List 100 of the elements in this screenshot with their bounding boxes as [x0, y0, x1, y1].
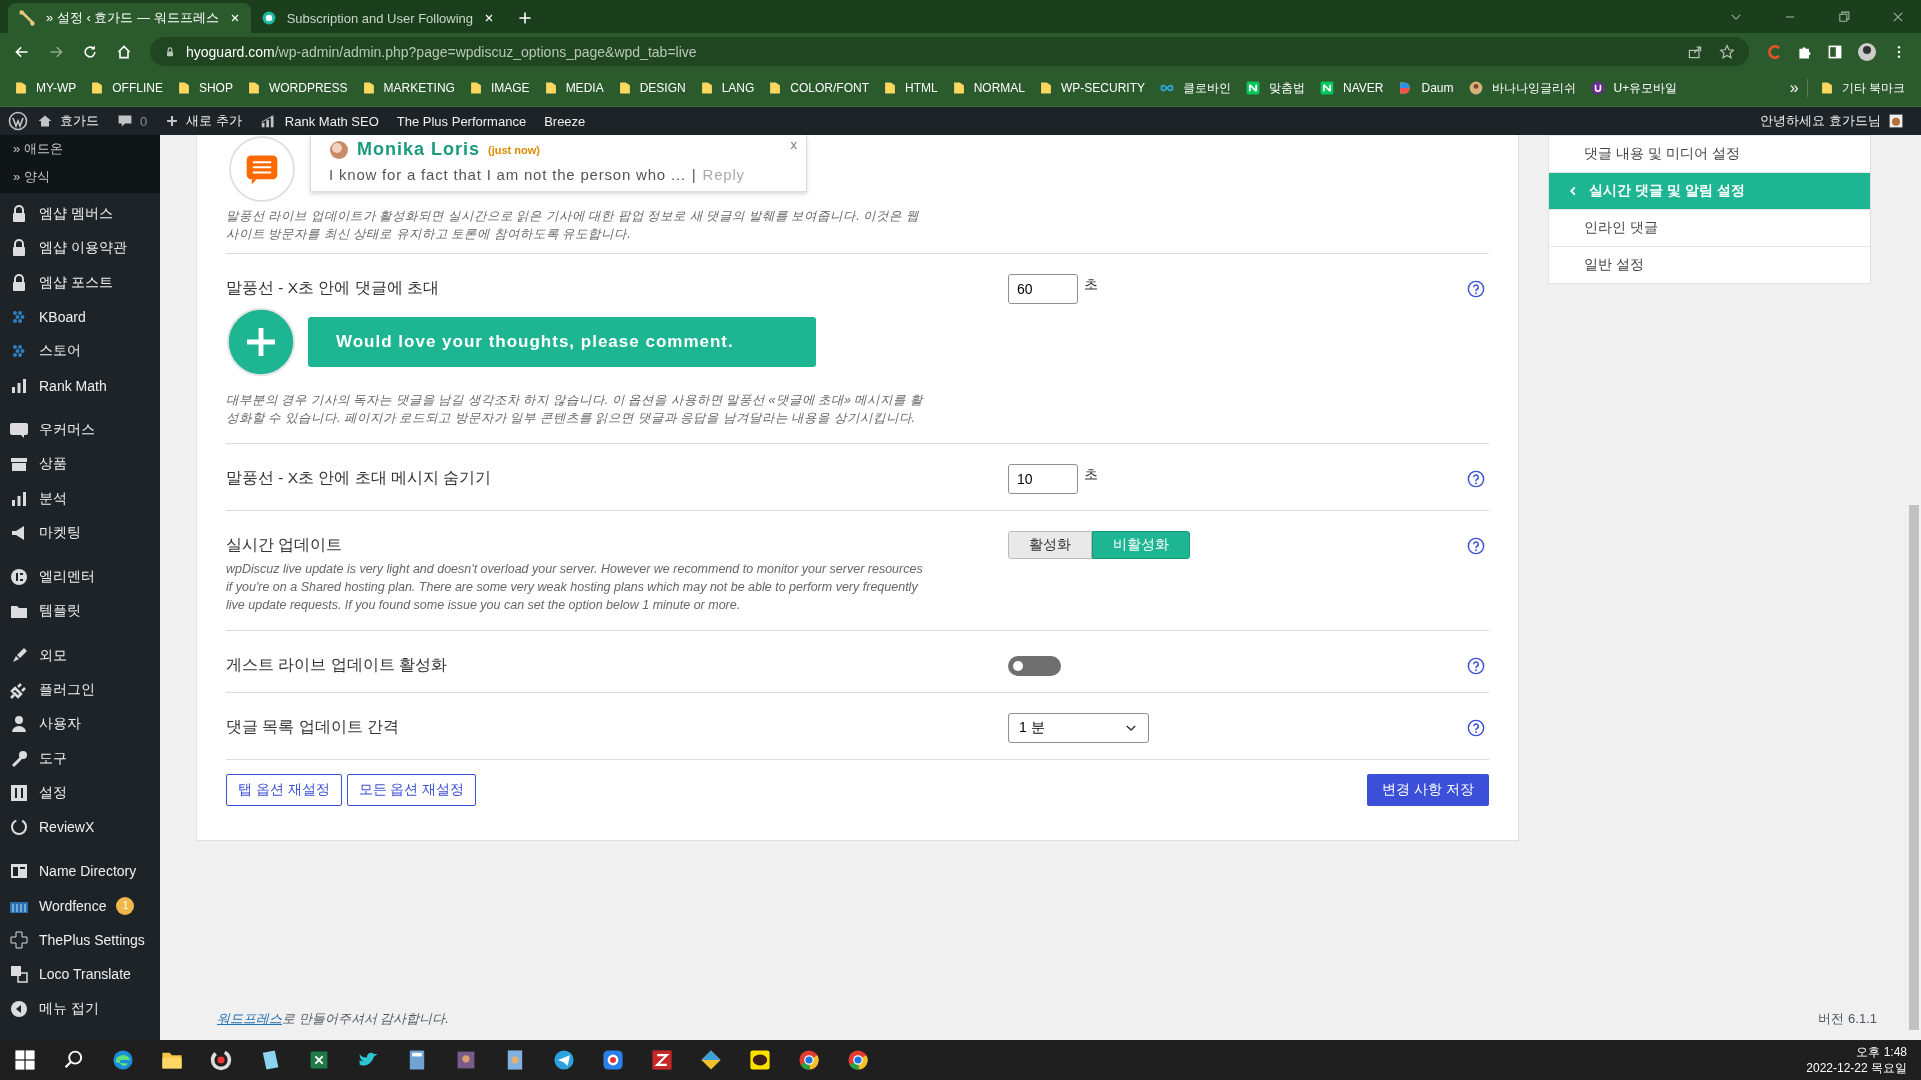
- bookmark[interactable]: U+유모바일: [1583, 79, 1684, 97]
- windows-icon[interactable]: [12, 1048, 37, 1072]
- plus-icon[interactable]: [517, 10, 534, 26]
- sidebar-item[interactable]: 마켓팅: [0, 515, 160, 550]
- admin-bar-link[interactable]: 효가드: [28, 112, 108, 130]
- sidebar-item[interactable]: Rank Math: [0, 368, 160, 403]
- sidebar-item[interactable]: ThePlus Settings: [0, 922, 160, 958]
- sidebar-item[interactable]: 우커머스: [0, 412, 160, 448]
- wp-logo-icon[interactable]: [8, 111, 28, 131]
- sidebar-item[interactable]: Wordfence 1: [0, 888, 160, 923]
- sidebar-item[interactable]: 스토어: [0, 334, 160, 369]
- avatar-icon: [329, 139, 349, 160]
- bookmark[interactable]: 바나나잉글리쉬: [1461, 79, 1582, 97]
- sidebar-item[interactable]: 분석: [0, 481, 160, 516]
- save-button[interactable]: 변경 사항 저장: [1367, 774, 1489, 806]
- chrome-icon[interactable]: [796, 1048, 821, 1072]
- admin-bar-link[interactable]: The Plus Performance: [387, 113, 536, 129]
- sidebar-item[interactable]: 엘리멘터: [0, 559, 160, 595]
- swirl-icon[interactable]: [110, 1048, 135, 1072]
- sidebar-item[interactable]: 템플릿: [0, 594, 160, 629]
- chrome-icon[interactable]: [845, 1048, 870, 1072]
- bookmark[interactable]: HTML: [877, 80, 944, 96]
- bookmark[interactable]: COLOR/FONT: [762, 80, 875, 96]
- bookmark[interactable]: MARKETING: [355, 80, 461, 96]
- bookmark[interactable]: OFFLINE: [84, 80, 169, 96]
- bookmark[interactable]: WP-SECURITY: [1033, 80, 1152, 96]
- bookmark[interactable]: SHOP: [170, 80, 239, 96]
- restore-icon[interactable]: [1837, 9, 1851, 24]
- number-field[interactable]: 60: [1008, 274, 1078, 304]
- admin-bar-link[interactable]: Breeze: [535, 113, 595, 129]
- close-button[interactable]: x: [790, 137, 797, 152]
- paper-plane-icon[interactable]: [551, 1048, 576, 1072]
- sidebar-item[interactable]: ReviewX: [0, 810, 160, 845]
- nav-item[interactable]: 인라인 댓글: [1549, 209, 1870, 246]
- sidebar-item[interactable]: Name Directory: [0, 854, 160, 889]
- scroll-thumb[interactable]: [1909, 505, 1919, 1030]
- sidebar-item[interactable]: 외모: [0, 638, 160, 673]
- bookmark[interactable]: 기타 북마크: [1813, 79, 1911, 97]
- sidebar-panel-icon[interactable]: [1827, 43, 1843, 60]
- reset-tab-button[interactable]: 탭 옵션 재설정: [226, 774, 342, 806]
- sidebar-item[interactable]: 설정: [0, 775, 160, 811]
- admin-bar-link[interactable]: 새로 추가: [156, 112, 251, 130]
- nav-item[interactable]: 일반 설정: [1549, 246, 1870, 283]
- sidebar-item[interactable]: 엠샵 이용약관: [0, 231, 160, 266]
- sidebar-item[interactable]: 도구: [0, 741, 160, 776]
- help-icon[interactable]: [1467, 537, 1485, 555]
- admin-bar-link[interactable]: Rank Math SEO: [250, 112, 388, 130]
- plus-circle-icon: [226, 307, 296, 377]
- bookmark[interactable]: LANG: [693, 80, 761, 96]
- bookmark[interactable]: IMAGE: [462, 80, 536, 96]
- help-icon[interactable]: [1467, 470, 1485, 488]
- globe-icon: [260, 10, 277, 26]
- bookmark[interactable]: DESIGN: [611, 80, 692, 96]
- tile-icon[interactable]: [649, 1048, 674, 1072]
- chat-icon[interactable]: [747, 1048, 772, 1072]
- sidebar-item[interactable]: 엠샵 멤버스: [0, 197, 160, 232]
- admin-bar-link[interactable]: 0: [108, 113, 157, 129]
- browser-tab[interactable]: » 설정 ‹ 효가드 — 워드프레스: [8, 3, 251, 33]
- tab-title: » 설정 ‹ 효가드 — 워드프레스: [46, 9, 219, 27]
- tab-title: Subscription and User Following: [286, 10, 474, 26]
- browser-tab[interactable]: Subscription and User Following: [250, 3, 506, 33]
- help-icon[interactable]: [1467, 280, 1485, 298]
- bookmark[interactable]: WORDPRESS: [240, 80, 354, 96]
- submenu-item[interactable]: » 양식: [0, 163, 160, 191]
- sidebar-item[interactable]: KBoard: [0, 299, 160, 335]
- number-field[interactable]: 10: [1008, 464, 1078, 494]
- bookmark[interactable]: Daum: [1391, 80, 1460, 96]
- wordpress-link[interactable]: 워드프레스: [217, 1011, 282, 1026]
- bookmark[interactable]: 클로바인: [1153, 79, 1238, 97]
- sidebar-item[interactable]: 플러그인: [0, 672, 160, 708]
- submenu-item[interactable]: » 애드온: [0, 135, 160, 163]
- bookmark[interactable]: MEDIA: [537, 80, 610, 96]
- bookmark[interactable]: 맞춤법: [1239, 79, 1312, 97]
- help-icon[interactable]: [1467, 719, 1485, 737]
- bookmark[interactable]: NORMAL: [945, 80, 1032, 96]
- more-bookmarks[interactable]: »: [1781, 79, 1808, 97]
- address-bar[interactable]: hyoguard.com/wp-admin/admin.php?page=wpdiscuz_options_page&wpd_tab=live: [150, 37, 1749, 66]
- count-badge: 1: [116, 896, 135, 915]
- sidebar-item[interactable]: Loco Translate: [0, 957, 160, 992]
- clock-time[interactable]: 오후 1:48: [1856, 1044, 1907, 1060]
- sidebar-item[interactable]: 상품: [0, 447, 160, 482]
- bookmark[interactable]: MY-WP: [8, 80, 83, 96]
- sidebar-item[interactable]: 엠샵 포스트: [0, 265, 160, 300]
- record-icon[interactable]: [600, 1048, 625, 1072]
- folder-icon: [699, 80, 714, 96]
- reset-all-button[interactable]: 모든 옵션 재설정: [346, 774, 477, 806]
- bookmark[interactable]: NAVER: [1313, 80, 1390, 96]
- help-icon[interactable]: [1467, 657, 1485, 675]
- interval-dropdown[interactable]: 1 분: [1008, 713, 1149, 743]
- clock-date[interactable]: 2022-12-22 목요일: [1806, 1060, 1907, 1076]
- home-icon[interactable]: [116, 43, 132, 60]
- ring-icon[interactable]: [208, 1048, 233, 1072]
- sidebar-item[interactable]: 메뉴 접기: [0, 991, 160, 1026]
- reload-icon[interactable]: [82, 43, 98, 60]
- avatar-icon[interactable]: [1857, 41, 1877, 62]
- toggle-option[interactable]: 활성화: [1008, 531, 1092, 559]
- sidebar-item[interactable]: 사용자: [0, 707, 160, 742]
- toggle-switch[interactable]: [1008, 656, 1061, 676]
- admin-bar-link[interactable]: 안녕하세요 효가드님: [1751, 112, 1913, 130]
- star-icon[interactable]: [1719, 43, 1735, 60]
